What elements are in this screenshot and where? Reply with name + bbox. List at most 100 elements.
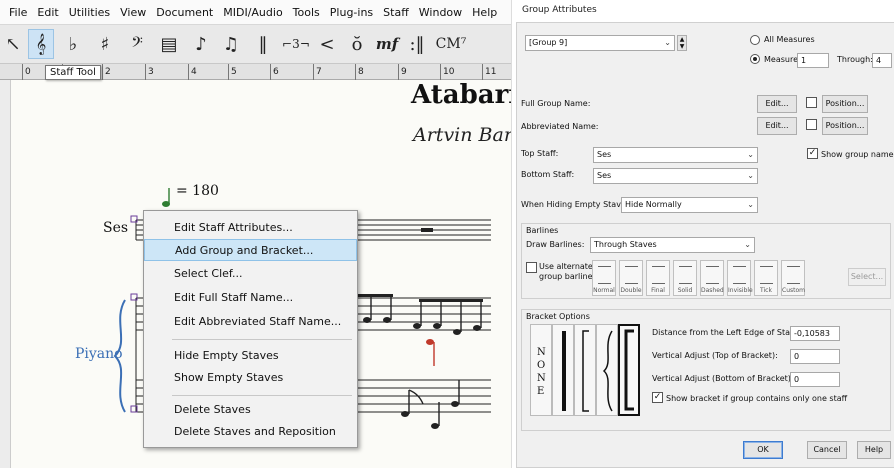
barline-tick-button[interactable]: Tick (754, 260, 778, 296)
barline-normal-button[interactable]: Normal (592, 260, 616, 296)
full-name-position-checkbox[interactable] (806, 97, 817, 108)
bracket-options-label: Bracket Options (526, 312, 590, 321)
group-select[interactable]: [Group 9] ⌄ (525, 35, 675, 51)
score-title[interactable]: Atabarı (411, 80, 518, 110)
abbreviated-position-button[interactable]: Position... (822, 117, 868, 135)
key-signature-icon[interactable]: ♭ (60, 29, 86, 59)
all-measures-radio[interactable] (750, 35, 760, 45)
barline-normal-label: Normal (593, 287, 615, 294)
staff-name-ses[interactable]: Ses (103, 220, 128, 236)
ok-button[interactable]: OK (743, 441, 783, 459)
staff-name-piyano[interactable]: Piyano (75, 346, 123, 362)
time-signature-icon[interactable]: ♯ (92, 29, 118, 59)
barline-dashed-button[interactable]: Dashed (700, 260, 724, 296)
menu-item-delete-staves-and-reposition[interactable]: Delete Staves and Reposition (144, 421, 357, 443)
hyperscribe-icon[interactable]: ‖ (250, 29, 276, 59)
menu-item-edit-full-staff-name[interactable]: Edit Full Staff Name... (144, 287, 357, 309)
chevron-down-icon: ⌄ (747, 150, 754, 159)
group-attributes-dialog: Group Attributes [Group 9] ⌄ ▲ ▼ All Meas… (511, 0, 894, 468)
menu-item-add-group-and-bracket[interactable]: Add Group and Bracket... (144, 239, 357, 261)
menu-plugins[interactable]: Plug-ins (325, 6, 378, 19)
menu-window[interactable]: Window (414, 6, 467, 19)
chord-icon[interactable]: CM⁷ (434, 29, 468, 59)
top-staff-select[interactable]: Ses ⌄ (593, 147, 758, 163)
speedy-entry-icon[interactable]: ♫ (218, 29, 244, 59)
bracket-piano-button[interactable] (618, 324, 640, 416)
menu-item-hide-empty-staves[interactable]: Hide Empty Staves (144, 345, 357, 367)
menu-item-edit-staff-attributes[interactable]: Edit Staff Attributes... (144, 217, 357, 239)
ruler-tick: 6 (270, 64, 279, 80)
vertical-adjust-bottom-label: Vertical Adjust (Bottom of Bracket): (652, 374, 794, 383)
draw-barlines-label: Draw Barlines: (526, 240, 585, 249)
bracket-thick-button[interactable] (552, 324, 574, 416)
vertical-adjust-top-input[interactable]: 0 (790, 349, 840, 364)
bracket-curly-button[interactable] (596, 324, 618, 416)
menu-staff[interactable]: Staff (378, 6, 414, 19)
barline-final-button[interactable]: Final (646, 260, 670, 296)
menu-edit[interactable]: Edit (32, 6, 63, 19)
measure-input[interactable]: 1 (797, 53, 829, 68)
draw-barlines-value: Through Staves (594, 240, 657, 249)
ruler-tick: 8 (355, 64, 364, 80)
select-barline-button[interactable]: Select... (848, 268, 886, 286)
repeat-icon[interactable]: :‖ (404, 29, 430, 59)
vertical-adjust-top-label: Vertical Adjust (Top of Bracket): (652, 351, 778, 360)
simple-entry-icon[interactable]: ♪ (188, 29, 214, 59)
chevron-down-icon: ⌄ (747, 171, 754, 180)
help-button[interactable]: Help (857, 441, 891, 459)
square-bracket-icon (582, 330, 589, 412)
bracket-none-letter-n: N (537, 347, 546, 358)
show-group-name-checkbox[interactable]: ✓ (807, 148, 818, 159)
staff-tool-icon[interactable]: 𝄞 (28, 29, 54, 59)
menu-help[interactable]: Help (467, 6, 502, 19)
bracket-square-button[interactable] (574, 324, 596, 416)
hiding-empty-staves-label: When Hiding Empty Staves: (521, 200, 633, 209)
use-alternate-barline-checkbox[interactable] (526, 262, 537, 273)
tuplet-icon[interactable]: ⌐3¬ (280, 29, 312, 59)
through-input[interactable]: 4 (872, 53, 892, 68)
vertical-adjust-bottom-input[interactable]: 0 (790, 372, 840, 387)
bracket-none-letter-o: O (537, 360, 546, 371)
score-composer[interactable]: Artvin Barı (413, 124, 519, 146)
clef-icon[interactable]: 𝄢 (124, 29, 150, 59)
menu-midi-audio[interactable]: MIDI/Audio (218, 6, 287, 19)
menu-document[interactable]: Document (151, 6, 218, 19)
edit-abbreviated-name-button[interactable]: Edit... (757, 117, 797, 135)
menu-view[interactable]: View (115, 6, 151, 19)
pointer-icon[interactable]: ↖ (0, 29, 26, 59)
barline-custom-button[interactable]: Custom (781, 260, 805, 296)
staff-context-menu: Edit Staff Attributes... Add Group and B… (143, 210, 358, 448)
draw-barlines-select[interactable]: Through Staves ⌄ (590, 237, 755, 253)
menu-tools[interactable]: Tools (288, 6, 325, 19)
menu-item-select-clef[interactable]: Select Clef... (144, 263, 357, 285)
tempo-marking[interactable]: = 180 (176, 183, 219, 199)
smart-shape-icon[interactable]: < (314, 29, 340, 59)
bracket-none-button[interactable]: N O N E (530, 324, 552, 416)
full-name-position-button[interactable]: Position... (822, 95, 868, 113)
barline-solid-button[interactable]: Solid (673, 260, 697, 296)
barline-invisible-button[interactable]: Invisible (727, 260, 753, 296)
hiding-empty-staves-select[interactable]: Hide Normally ⌄ (621, 197, 758, 213)
menu-item-delete-staves[interactable]: Delete Staves (144, 399, 357, 421)
distance-input[interactable]: -0,10583 (790, 326, 840, 341)
measure-radio[interactable] (750, 54, 760, 64)
menu-item-show-empty-staves[interactable]: Show Empty Staves (144, 367, 357, 389)
measure-icon[interactable]: ▤ (156, 29, 182, 59)
barline-double-button[interactable]: Double (619, 260, 643, 296)
hiding-empty-staves-value: Hide Normally (625, 200, 682, 209)
abbreviated-position-checkbox[interactable] (806, 119, 817, 130)
ruler-tick: 4 (188, 64, 197, 80)
menu-utilities[interactable]: Utilities (64, 6, 115, 19)
articulation-icon[interactable]: ŏ (344, 29, 370, 59)
expression-icon[interactable]: mf (374, 29, 400, 59)
ruler-tick: 7 (313, 64, 322, 80)
group-spinner[interactable]: ▲ ▼ (677, 35, 687, 51)
menu-item-edit-abbreviated-staff-name[interactable]: Edit Abbreviated Staff Name... (144, 311, 357, 333)
barline-dashed-label: Dashed (701, 287, 724, 294)
edit-full-name-button[interactable]: Edit... (757, 95, 797, 113)
bottom-staff-select[interactable]: Ses ⌄ (593, 168, 758, 184)
menu-file[interactable]: File (4, 6, 32, 19)
barlines-group: Barlines Draw Barlines: Through Staves ⌄… (521, 223, 891, 299)
cancel-button[interactable]: Cancel (807, 441, 847, 459)
show-bracket-single-staff-checkbox[interactable]: ✓ (652, 392, 663, 403)
